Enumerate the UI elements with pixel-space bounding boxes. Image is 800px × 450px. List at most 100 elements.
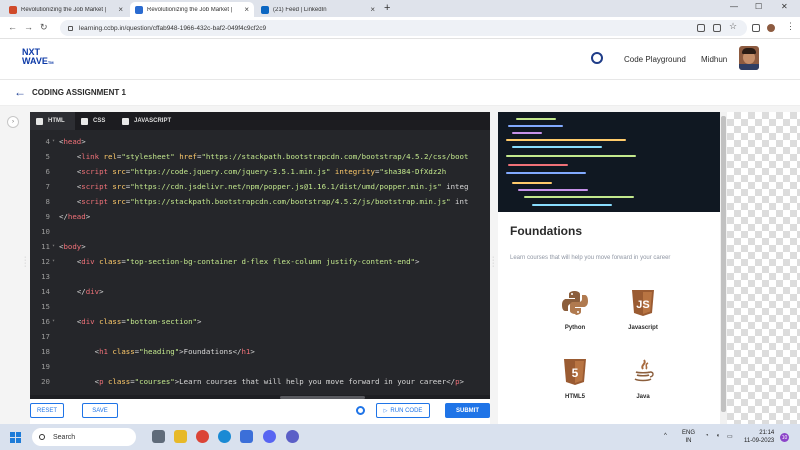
zoom-icon[interactable] (713, 24, 721, 32)
code-line[interactable]: 7 <script src="https://cdn.jsdelivr.net/… (30, 179, 490, 194)
code-line[interactable]: 6 <script src="https://code.jquery.com/j… (30, 164, 490, 179)
preview-scrollbar[interactable] (720, 112, 727, 424)
volume-icon[interactable]: ◖ (716, 433, 720, 439)
language-code: ENG (682, 430, 696, 436)
code-line[interactable]: 20 <p class="courses">Learn courses that… (30, 374, 490, 389)
code-line[interactable]: 13 (30, 269, 490, 284)
course-name: Javascript (628, 325, 658, 331)
sidebar-panel-icon[interactable] (752, 24, 760, 32)
resize-handle-icon[interactable]: · · · · (492, 254, 494, 270)
browser-tab-1[interactable]: Revolutionizing the Job Market | × (4, 2, 128, 17)
submit-button[interactable]: SUBMIT (445, 403, 490, 418)
line-number: 8 (45, 197, 50, 206)
code-playground-link[interactable]: Code Playground (624, 55, 686, 64)
language-indicator[interactable]: ENG IN (682, 429, 695, 445)
fold-chevron-icon[interactable]: ▾ (52, 254, 55, 269)
share-icon[interactable] (697, 24, 705, 32)
code-text: <script src="https://cdn.jsdelivr.net/np… (76, 182, 469, 191)
profile-avatar-icon[interactable] (767, 24, 775, 32)
wifi-icon[interactable]: ◔ (705, 433, 709, 439)
run-code-label: RUN CODE (390, 407, 423, 414)
code-line[interactable]: 9 </head> (30, 209, 490, 224)
code-line[interactable]: 19 (30, 359, 490, 374)
discord-icon[interactable] (263, 430, 276, 443)
code-line[interactable]: 17 (30, 329, 490, 344)
reset-button[interactable]: RESET (30, 403, 64, 418)
page-title: CODING ASSIGNMENT 1 (32, 88, 126, 97)
play-icon: ▷ (383, 407, 388, 414)
maximize-window-icon[interactable]: ☐ (755, 2, 762, 11)
close-tab-icon[interactable]: × (370, 5, 375, 14)
search-label: Search (53, 433, 76, 441)
resize-handle-icon[interactable]: · · · · (24, 254, 26, 270)
line-number: 6 (45, 167, 50, 176)
line-number: 4 (45, 137, 50, 146)
file-explorer-icon[interactable] (174, 430, 187, 443)
browser-tab-2-active[interactable]: Revolutionizing the Job Market | × (130, 2, 254, 17)
code-text: <link rel="stylesheet" href="https://sta… (76, 152, 469, 161)
code-line[interactable]: 16 ▾ <div class="bottom-section"> (30, 314, 490, 329)
expand-panel-chevron-icon[interactable]: › (7, 116, 19, 128)
code-line[interactable]: 4 ▾ <head> (30, 134, 490, 149)
code-line[interactable]: 10 (30, 224, 490, 239)
notification-badge[interactable]: 10 (780, 433, 789, 442)
code-text: <p class="courses">Learn courses that wi… (94, 377, 464, 386)
code-line[interactable]: 12 ▾ <div class="top-section-bg-container… (30, 254, 490, 269)
windows-start-icon[interactable] (10, 432, 21, 443)
reload-icon[interactable]: ↻ (40, 22, 48, 33)
battery-icon[interactable]: ▭ (727, 433, 733, 440)
tab-html[interactable]: HTML (30, 112, 75, 130)
new-tab-button[interactable]: + (384, 2, 390, 14)
close-window-icon[interactable]: ✕ (781, 2, 788, 11)
search-icon (39, 434, 45, 440)
lock-icon (68, 25, 73, 31)
system-clock[interactable]: 21:14 11-09-2023 (744, 429, 774, 445)
minimize-window-icon[interactable]: — (730, 2, 738, 11)
code-line[interactable]: 14 </div> (30, 284, 490, 299)
fold-chevron-icon[interactable]: ▾ (52, 314, 55, 329)
run-code-button[interactable]: ▷ RUN CODE (376, 403, 430, 418)
nxtwave-logo[interactable]: NXT WAVETM (22, 48, 54, 67)
code-line[interactable]: 11 ▾ <body> (30, 239, 490, 254)
code-line[interactable]: 8 <script src="https://stackpath.bootstr… (30, 194, 490, 209)
site-favicon-icon (135, 5, 143, 14)
line-number: 17 (41, 332, 50, 341)
code-text: </div> (76, 287, 104, 296)
browser-tab-3[interactable]: (21) Feed | LinkedIn × (256, 2, 380, 17)
code-area[interactable]: 3▾4▾<head>5 <link rel="stylesheet" href=… (30, 130, 490, 399)
address-bar[interactable]: learning.ccbp.in/question/cffab948-1966-… (60, 20, 747, 36)
fold-chevron-icon[interactable]: ▾ (52, 239, 55, 254)
svg-text:JS: JS (636, 299, 649, 311)
user-avatar[interactable] (739, 46, 759, 70)
browser-menu-icon[interactable]: ⋮ (786, 21, 795, 32)
task-view-icon[interactable] (152, 430, 165, 443)
code-line[interactable]: 15 (30, 299, 490, 314)
forward-arrow-icon[interactable]: → (24, 22, 33, 32)
preview-heading: Foundations (510, 224, 582, 238)
store-icon[interactable] (240, 430, 253, 443)
tab-css[interactable]: CSS (75, 112, 115, 130)
back-arrow-icon[interactable]: ← (14, 85, 26, 99)
line-number: 19 (41, 362, 50, 371)
code-line[interactable]: 5 <link rel="stylesheet" href="https://s… (30, 149, 490, 164)
fold-chevron-icon[interactable]: ▾ (52, 134, 55, 149)
code-editor: HTML CSS JAVASCRIPT 3▾4▾<head>5 <link re… (30, 112, 490, 399)
back-arrow-icon[interactable]: ← (8, 22, 17, 32)
tab-label: JAVASCRIPT (134, 118, 172, 124)
save-button[interactable]: SAVE (82, 403, 118, 418)
tab-javascript[interactable]: JAVASCRIPT (116, 112, 178, 130)
settings-gear-icon[interactable] (356, 406, 365, 415)
chrome-icon[interactable] (196, 430, 209, 443)
close-tab-icon[interactable]: × (118, 5, 123, 14)
close-tab-icon[interactable]: × (244, 5, 249, 14)
code-line[interactable]: 18 <h1 class="heading">Foundations</h1> (30, 344, 490, 359)
css3-file-icon (81, 117, 88, 125)
code-text: <div class="top-section-bg-container d-f… (76, 257, 420, 266)
taskbar-search[interactable]: Search (32, 428, 136, 446)
user-name[interactable]: Midhun (701, 55, 727, 64)
tray-chevron-up-icon[interactable]: ^ (664, 433, 667, 439)
edge-icon[interactable] (218, 430, 231, 443)
teams-icon[interactable] (286, 430, 299, 443)
bookmark-star-icon[interactable]: ☆ (729, 21, 737, 32)
timer-icon[interactable] (591, 52, 603, 64)
